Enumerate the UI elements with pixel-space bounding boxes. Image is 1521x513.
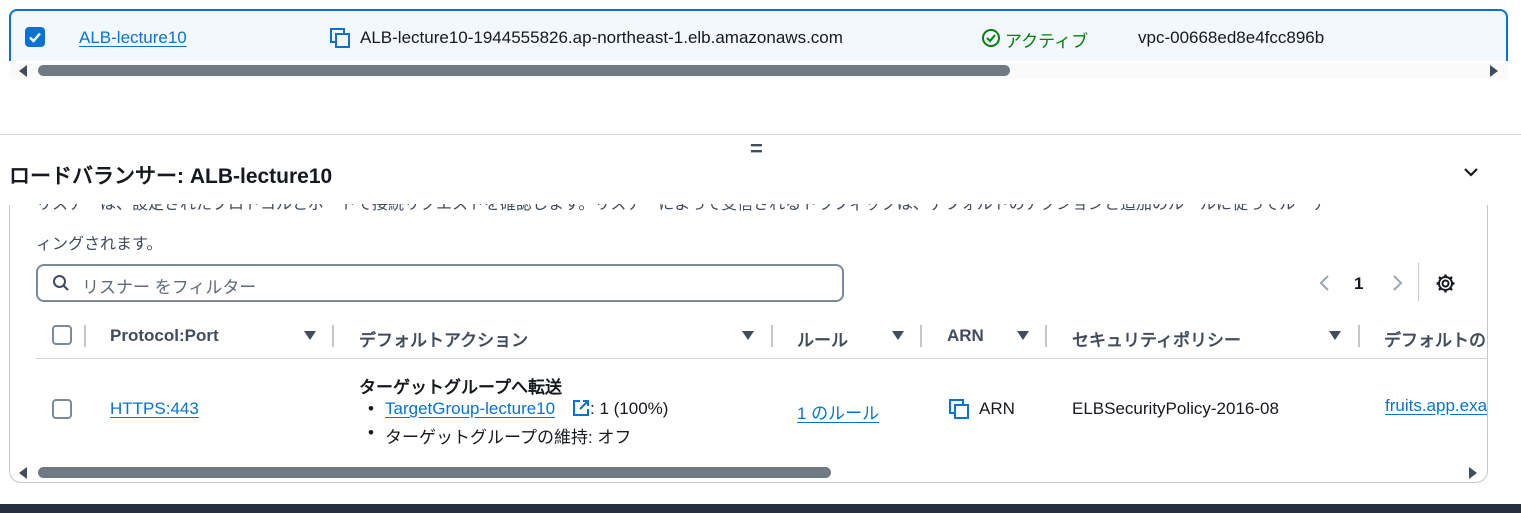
description-line-2: ィングされます。 (36, 236, 163, 253)
panel-scroll-thumb[interactable] (38, 467, 831, 478)
row-checkbox-checked[interactable] (25, 27, 45, 47)
sort-icon[interactable] (304, 331, 316, 340)
header-divider (36, 358, 1488, 359)
sort-icon[interactable] (1329, 331, 1341, 340)
listeners-panel (9, 205, 1488, 483)
column-header-protocol-port[interactable]: Protocol:Port (110, 326, 219, 346)
select-all-checkbox[interactable] (52, 325, 72, 345)
column-separator (920, 325, 922, 347)
column-separator (1358, 325, 1360, 347)
pagination-current-page[interactable]: 1 (1354, 274, 1363, 294)
chevron-down-icon[interactable] (1462, 163, 1480, 186)
description-clip: リスナーは、設定されたプロトコルとポートで接続リクエストを確認します。リスナーに… (36, 204, 1466, 214)
external-link-icon[interactable] (572, 399, 590, 422)
arn-text: ARN (979, 399, 1015, 418)
check-icon (29, 32, 41, 43)
pagination-prev-icon[interactable] (1318, 274, 1332, 297)
security-policy-text: ELBSecurityPolicy-2016-08 (1072, 399, 1279, 418)
load-balancer-name-link[interactable]: ALB-lecture10 (79, 28, 187, 48)
list-bullet: • (368, 423, 374, 442)
description-line-1: リスナーは、設定されたプロトコルとポートで接続リクエストを確認します。リスナーに… (36, 204, 1328, 213)
status-active-icon (981, 28, 1001, 53)
column-header-default-cert[interactable]: デフォルトの (1384, 331, 1486, 350)
sort-icon[interactable] (1017, 331, 1029, 340)
top-scroll-thumb[interactable] (38, 65, 1010, 76)
settings-gear-icon[interactable] (1435, 273, 1456, 299)
column-separator (771, 325, 773, 347)
column-separator (1045, 325, 1047, 347)
panel-title: ロードバランサー: ALB-lecture10 (9, 165, 333, 188)
copy-icon[interactable] (948, 398, 970, 425)
copy-icon[interactable] (329, 27, 351, 54)
column-header-arn[interactable]: ARN (947, 326, 984, 346)
column-header-default-cert-clip: デフォルトの (1384, 326, 1488, 351)
default-cert-clip: fruits.app.exa (1385, 396, 1488, 422)
column-header-security-policy[interactable]: セキュリティポリシー (1072, 326, 1241, 351)
stickiness-text: ターゲットグループの維持: オフ (385, 428, 632, 447)
footer-bar (0, 504, 1521, 513)
rules-link[interactable]: 1 のルール (797, 399, 879, 424)
default-certificate-link[interactable]: fruits.app.exa (1385, 396, 1487, 415)
sort-icon[interactable] (742, 331, 754, 340)
column-separator (84, 325, 86, 347)
list-bullet: • (368, 399, 374, 418)
column-separator (332, 325, 334, 347)
column-header-rules[interactable]: ルール (797, 326, 848, 351)
default-action-title: ターゲットグループへ転送 (359, 378, 562, 397)
panel-scroll-right-arrow-icon[interactable] (1469, 467, 1477, 479)
target-weight: : 1 (100%) (590, 399, 669, 418)
resize-handle[interactable]: = (750, 136, 763, 162)
search-icon (52, 274, 70, 297)
pagination-next-icon[interactable] (1390, 274, 1404, 297)
pagination-separator (1418, 263, 1419, 301)
scroll-right-arrow-icon[interactable] (1490, 65, 1498, 77)
scroll-left-arrow-icon[interactable] (19, 65, 27, 77)
search-placeholder: リスナー をフィルター (82, 278, 257, 297)
split-divider (0, 134, 1521, 135)
dns-name: ALB-lecture10-1944555826.ap-northeast-1.… (360, 28, 843, 47)
column-header-default-action[interactable]: デフォルトアクション (359, 326, 528, 351)
status-text: アクティブ (1005, 32, 1089, 51)
sort-icon[interactable] (892, 331, 904, 340)
target-group-link[interactable]: TargetGroup-lecture10 (385, 399, 555, 419)
row-checkbox[interactable] (52, 399, 72, 419)
panel-scroll-left-arrow-icon[interactable] (19, 467, 27, 479)
vpc-id: vpc-00668ed8e4fcc896b (1138, 28, 1325, 47)
protocol-port-link[interactable]: HTTPS:443 (110, 399, 199, 419)
